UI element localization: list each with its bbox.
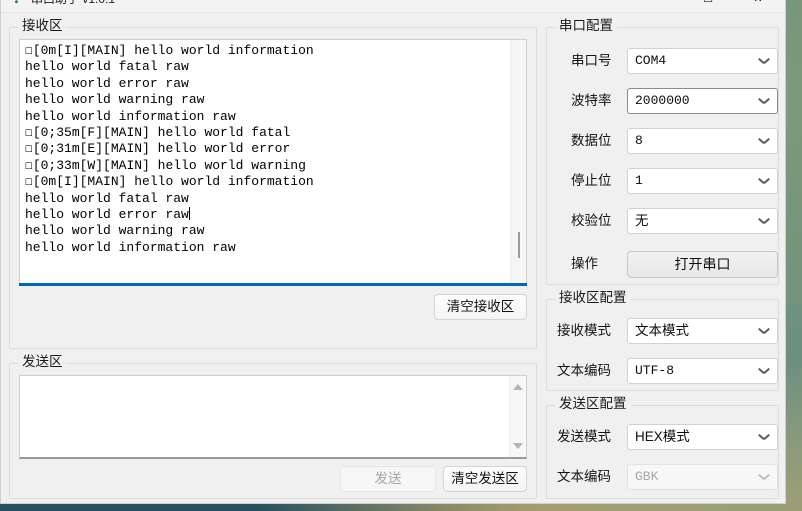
send-text-content: [25, 379, 503, 453]
receive-line: hello world information raw: [25, 239, 236, 255]
combobox-接收模式[interactable]: 文本模式: [627, 318, 778, 344]
field-label-1: 波特率: [571, 93, 612, 108]
send-button[interactable]: 发送: [340, 466, 436, 492]
receive-line: ☐[0;31m[E][MAIN] hello world error: [25, 141, 291, 157]
field-label-3: 停止位: [571, 173, 612, 188]
serial-assistant-window: ✣ 串口助手 v1.0.1 ☐ ✕ 接收区 ☐[0m[I][MAIN] hell…: [0, 0, 786, 504]
send-scrollbar[interactable]: [509, 376, 526, 457]
chevron-down-icon: [759, 97, 768, 106]
receive-focus-underline: [19, 283, 527, 286]
combobox-文本编码: GBK: [627, 464, 778, 490]
combobox-value: HEX模式: [635, 429, 690, 444]
combobox-value: 8: [635, 133, 643, 148]
text-caret: [188, 207, 190, 221]
field-label-4: 校验位: [571, 213, 612, 228]
receive-scrollbar-thumb[interactable]: [518, 232, 520, 258]
scroll-down-arrow-icon[interactable]: [513, 443, 523, 449]
receive-line: hello world warning raw: [25, 223, 205, 239]
window-title: 串口助手 v1.0.1: [31, 0, 115, 7]
receive-config-title: 接收区配置: [555, 290, 631, 306]
open-port-button[interactable]: 打开串口: [627, 251, 778, 278]
field-label-1: 文本编码: [557, 363, 611, 378]
combobox-value: COM4: [635, 53, 667, 68]
receive-line: hello world fatal raw: [25, 190, 189, 206]
receive-scrollbar[interactable]: [510, 40, 526, 283]
right-column: 串口配置 串口号 COM4 波特率 2000000 数据位 8 停止位 1 校验位 无 操作 打开…: [546, 17, 779, 499]
chevron-down-icon: [759, 433, 768, 442]
receive-line: ☐[0;35m[F][MAIN] hello world fatal: [25, 125, 291, 141]
combobox-停止位[interactable]: 1: [627, 168, 778, 194]
chevron-down-icon: [759, 177, 768, 186]
serial-config-title: 串口配置: [555, 18, 617, 34]
combobox-校验位[interactable]: 无: [627, 208, 778, 234]
field-label-2: 数据位: [571, 133, 612, 148]
operation-label: 操作: [571, 256, 598, 271]
title-bar[interactable]: ✣ 串口助手 v1.0.1 ☐ ✕: [1, 0, 785, 13]
combobox-发送模式[interactable]: HEX模式: [627, 424, 778, 450]
send-textarea[interactable]: [19, 375, 527, 459]
combobox-value: 2000000: [635, 93, 690, 108]
app-logo-icon: ✣: [11, 0, 25, 6]
clear-receive-button[interactable]: 清空接收区: [434, 294, 527, 320]
field-label-0: 串口号: [571, 53, 612, 68]
combobox-value: GBK: [635, 469, 659, 484]
receive-line: ☐[0m[I][MAIN] hello world information: [25, 43, 314, 58]
receive-textarea[interactable]: ☐[0m[I][MAIN] hello world information hel…: [19, 39, 527, 283]
chevron-down-icon: [759, 57, 768, 66]
chevron-down-icon: [759, 367, 768, 376]
combobox-波特率[interactable]: 2000000: [627, 88, 778, 114]
receive-line: hello world error raw: [25, 207, 190, 223]
field-label-1: 文本编码: [557, 469, 611, 484]
send-config-group: 发送区配置 发送模式 HEX模式文本编码 GBK: [546, 396, 779, 499]
chevron-down-icon: [759, 217, 768, 226]
field-label-0: 接收模式: [557, 323, 611, 338]
combobox-数据位[interactable]: 8: [627, 128, 778, 154]
chevron-down-icon: [759, 327, 768, 336]
combobox-串口号[interactable]: COM4: [627, 48, 778, 74]
combobox-value: 文本模式: [635, 323, 689, 338]
close-button[interactable]: ✕: [743, 0, 773, 7]
send-area-group: 发送区 发送 清空发送区: [9, 354, 537, 499]
serial-config-group: 串口配置 串口号 COM4 波特率 2000000 数据位 8 停止位 1 校验位 无 操作 打开…: [546, 18, 779, 285]
maximize-button[interactable]: ☐: [693, 0, 723, 7]
receive-area-title: 接收区: [18, 18, 67, 34]
chevron-down-icon: [759, 473, 768, 482]
receive-area-group: 接收区 ☐[0m[I][MAIN] hello world informatio…: [9, 18, 537, 349]
combobox-value: UTF-8: [635, 363, 675, 378]
receive-line: hello world error raw: [25, 75, 189, 91]
send-area-title: 发送区: [18, 354, 67, 370]
receive-line: hello world warning raw: [25, 92, 205, 108]
receive-line: ☐[0m[I][MAIN] hello world information: [25, 174, 314, 190]
combobox-value: 无: [635, 213, 649, 228]
chevron-down-icon: [759, 137, 768, 146]
receive-line: hello world information raw: [25, 108, 236, 124]
receive-config-group: 接收区配置 接收模式 文本模式文本编码 UTF-8: [546, 290, 779, 391]
left-column: 接收区 ☐[0m[I][MAIN] hello world informatio…: [9, 17, 537, 499]
send-config-title: 发送区配置: [555, 396, 631, 412]
combobox-文本编码[interactable]: UTF-8: [627, 358, 778, 384]
receive-line: hello world fatal raw: [25, 59, 189, 75]
combobox-value: 1: [635, 173, 643, 188]
field-label-0: 发送模式: [557, 429, 611, 444]
receive-line: ☐[0;33m[W][MAIN] hello world warning: [25, 157, 306, 173]
clear-send-button[interactable]: 清空发送区: [443, 466, 527, 492]
scroll-up-arrow-icon[interactable]: [513, 384, 523, 390]
receive-text-content: ☐[0m[I][MAIN] hello world information hel…: [25, 43, 503, 281]
